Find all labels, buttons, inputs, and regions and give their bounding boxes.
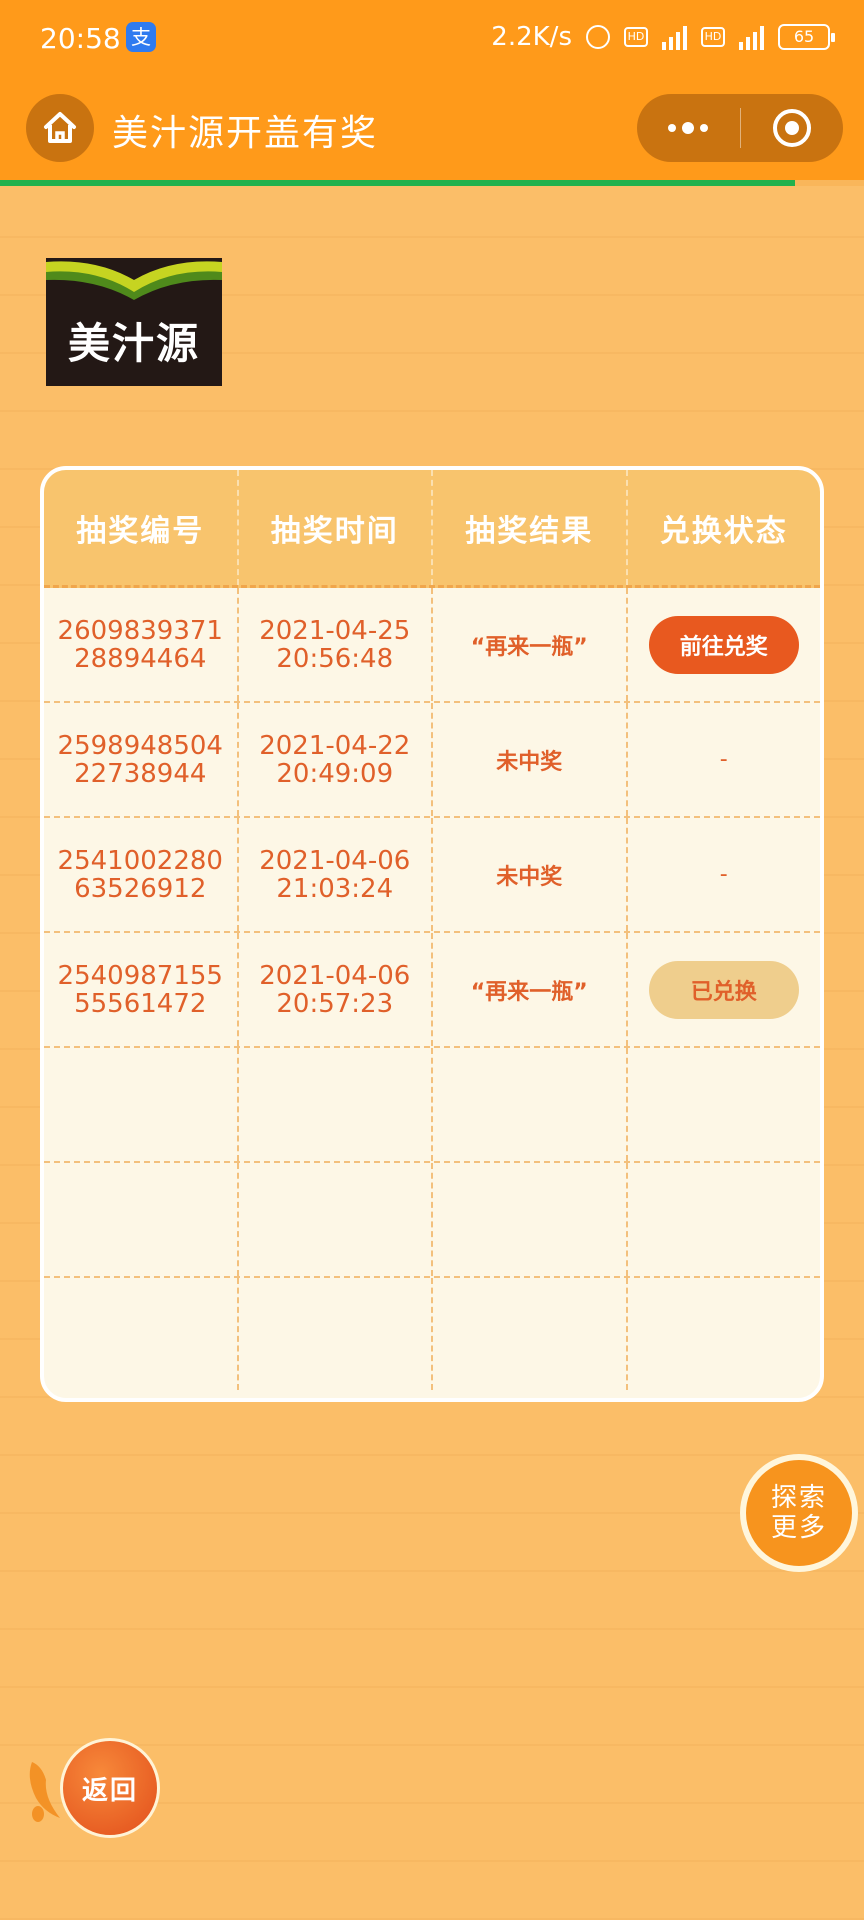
battery-icon: 65 bbox=[778, 24, 835, 50]
status-time: 20:58 bbox=[40, 22, 121, 55]
lottery-result-cell: “再来一瓶” bbox=[433, 588, 628, 701]
mini-program-capsule bbox=[637, 94, 843, 162]
lottery-id-line2: 28894464 bbox=[74, 643, 207, 674]
redeem-status-cell: - bbox=[719, 862, 728, 887]
empty-table-row bbox=[44, 1163, 820, 1278]
lottery-result-cell: 未中奖 bbox=[433, 703, 628, 816]
lottery-id-line2: 55561472 bbox=[74, 988, 207, 1019]
table-body: 2609839371 28894464 2021-04-25 20:56:48 … bbox=[44, 588, 820, 1390]
more-menu-button[interactable] bbox=[637, 94, 740, 162]
lottery-time: 20:56:48 bbox=[276, 643, 394, 674]
redeem-status-cell: - bbox=[719, 747, 728, 772]
lottery-time-cell: 2021-04-06 21:03:24 bbox=[239, 818, 433, 931]
signal-icon bbox=[662, 24, 687, 50]
explore-more-label: 探索 更多 bbox=[771, 1483, 827, 1543]
lottery-id-cell: 2609839371 28894464 bbox=[44, 588, 239, 701]
table-row: 2609839371 28894464 2021-04-25 20:56:48 … bbox=[44, 588, 820, 703]
table-row: 2598948504 22738944 2021-04-22 20:49:09 … bbox=[44, 703, 820, 818]
header-status: 兑换状态 bbox=[659, 513, 788, 549]
lottery-date: 2021-04-25 bbox=[259, 615, 411, 646]
leaf-icon bbox=[46, 261, 222, 300]
hd-icon-2: HD bbox=[701, 27, 725, 47]
network-speed: 2.2K/s bbox=[491, 22, 572, 52]
signal-icon-2 bbox=[739, 24, 764, 50]
lottery-date: 2021-04-22 bbox=[259, 730, 411, 761]
lottery-date: 2021-04-06 bbox=[259, 845, 411, 876]
lottery-time: 21:03:24 bbox=[276, 873, 394, 904]
top-bar: 20:58 支 2.2K/s HD HD 65 美汁源开盖有奖 bbox=[0, 0, 864, 180]
go-redeem-button[interactable]: 前往兑奖 bbox=[648, 615, 799, 674]
lottery-id-line2: 22738944 bbox=[74, 758, 207, 789]
status-bar: 20:58 支 2.2K/s HD HD 65 bbox=[0, 0, 864, 78]
close-button[interactable] bbox=[741, 94, 844, 162]
lottery-id-cell: 2541002280 63526912 bbox=[44, 818, 239, 931]
logo-text: 美汁源 bbox=[67, 319, 200, 368]
lottery-time: 20:49:09 bbox=[276, 758, 394, 789]
page-title: 美汁源开盖有奖 bbox=[112, 113, 379, 154]
lottery-time: 20:57:23 bbox=[276, 988, 394, 1019]
lottery-date: 2021-04-06 bbox=[259, 960, 411, 991]
lottery-id-line2: 63526912 bbox=[74, 873, 207, 904]
explore-more-line2: 更多 bbox=[770, 1513, 827, 1543]
alipay-icon: 支 bbox=[126, 22, 156, 52]
header-time: 抽奖时间 bbox=[239, 470, 433, 585]
brand-logo: 美汁源 bbox=[46, 258, 222, 386]
empty-table-row bbox=[44, 1048, 820, 1163]
status-indicators: 2.2K/s HD HD 65 bbox=[491, 22, 835, 52]
header-result: 抽奖结果 bbox=[433, 470, 628, 585]
lottery-id-line1: 2609839371 bbox=[57, 615, 223, 646]
lottery-time-cell: 2021-04-22 20:49:09 bbox=[239, 703, 433, 816]
more-dots-icon bbox=[668, 124, 677, 132]
explore-more-button[interactable]: 探索 更多 bbox=[740, 1454, 858, 1572]
lottery-time-cell: 2021-04-06 20:57:23 bbox=[239, 933, 433, 1046]
table-header: 抽奖编号 抽奖时间 抽奖结果 兑换状态 bbox=[44, 470, 820, 588]
empty-table-row bbox=[44, 1278, 820, 1390]
table-row: 2541002280 63526912 2021-04-06 21:03:24 … bbox=[44, 818, 820, 933]
lottery-id-cell: 2540987155 55561472 bbox=[44, 933, 239, 1046]
header-id: 抽奖编号 bbox=[44, 470, 239, 585]
redeem-status-cell: 已兑换 bbox=[628, 933, 821, 1046]
alarm-icon bbox=[586, 25, 610, 49]
table-row: 2540987155 55561472 2021-04-06 20:57:23 … bbox=[44, 933, 820, 1048]
home-button[interactable] bbox=[26, 94, 94, 162]
lottery-result-cell: “再来一瓶” bbox=[433, 933, 628, 1046]
lottery-time-cell: 2021-04-25 20:56:48 bbox=[239, 588, 433, 701]
splash-decoration-icon bbox=[29, 1762, 60, 1822]
back-button[interactable]: 返回 bbox=[60, 1738, 160, 1838]
redeem-status-cell: 前往兑奖 bbox=[628, 588, 821, 701]
home-icon bbox=[44, 112, 76, 143]
lottery-id-line1: 2540987155 bbox=[57, 960, 223, 991]
lottery-id-cell: 2598948504 22738944 bbox=[44, 703, 239, 816]
close-target-icon bbox=[772, 109, 811, 147]
lottery-records-table: 抽奖编号 抽奖时间 抽奖结果 兑换状态 2609839371 28894464 … bbox=[40, 466, 824, 1402]
redeemed-badge: 已兑换 bbox=[648, 960, 799, 1019]
explore-more-line1: 探索 bbox=[770, 1483, 827, 1513]
lottery-id-line1: 2598948504 bbox=[57, 730, 223, 761]
lottery-id-line1: 2541002280 bbox=[57, 845, 223, 876]
hd-icon: HD bbox=[624, 27, 648, 47]
lottery-result-cell: 未中奖 bbox=[433, 818, 628, 931]
